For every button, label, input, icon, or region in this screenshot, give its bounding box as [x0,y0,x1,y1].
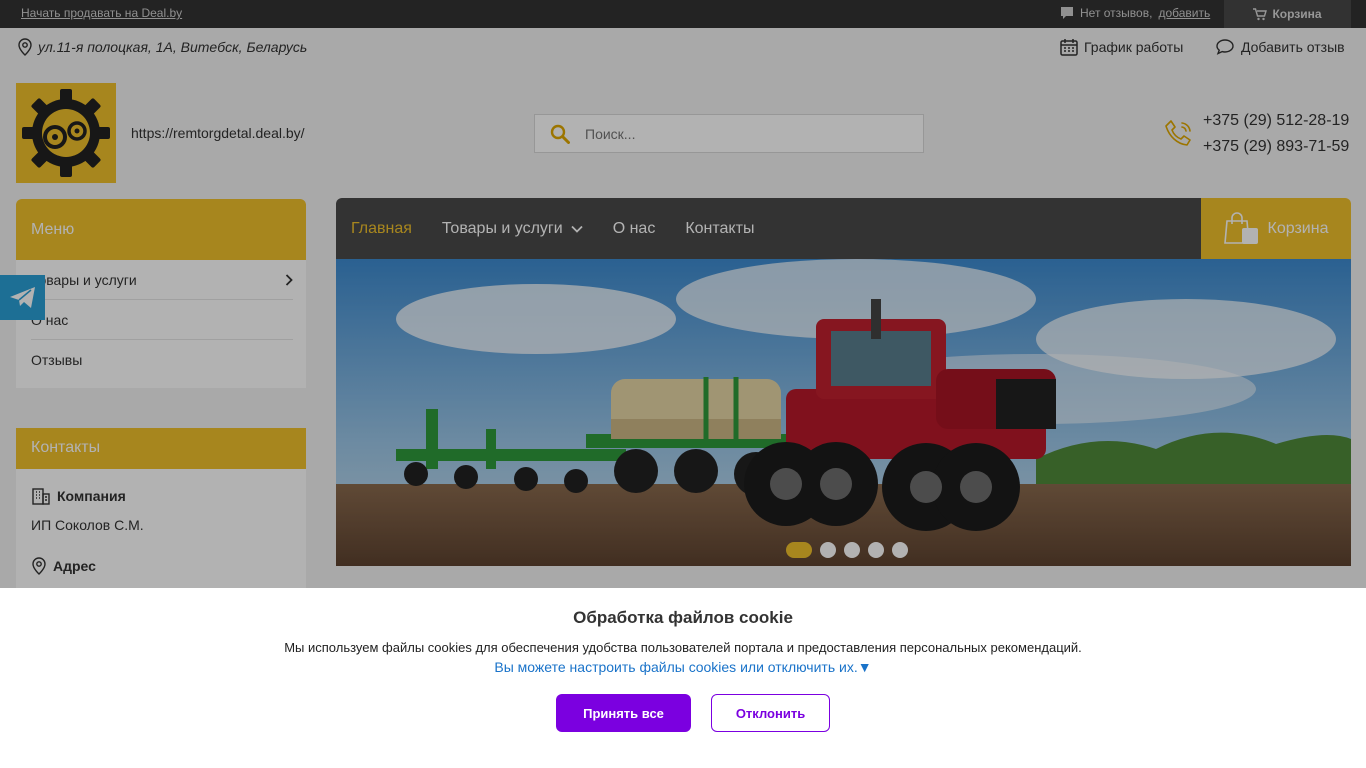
search-input[interactable] [585,125,905,142]
gear-logo-icon [22,89,110,177]
calendar-icon [1060,39,1078,56]
top-bar: Начать продавать на Deal.by Нет отзывов,… [0,0,1366,28]
nav-products-label: Товары и услуги [441,219,563,237]
slider-dot-5[interactable] [892,542,908,558]
company-logo[interactable] [16,83,116,183]
slider-dot-1[interactable] [786,542,812,558]
sidebar-item-about[interactable]: О нас [31,300,293,340]
cookie-consent-panel: Обработка файлов cookie Мы используем фа… [0,588,1366,768]
telegram-icon [9,286,35,308]
nav-contacts[interactable]: Контакты [685,220,754,238]
chat-bubble-icon [1216,39,1234,55]
cookie-settings-link[interactable]: Вы можете настроить файлы cookies или от… [0,659,1366,675]
search-icon[interactable] [535,124,585,144]
decline-button[interactable]: Отклонить [711,694,830,732]
contacts-panel: Компания ИП Соколов С.М. Адрес [16,469,306,588]
location-pin-icon [18,38,32,56]
location-pin-icon [32,557,46,575]
sidebar-item-products[interactable]: Товары и услуги [31,260,293,300]
reviews-info: Нет отзывов, добавить [1060,6,1210,20]
address-row: Адрес [31,557,291,575]
add-review-label: Добавить отзыв [1241,39,1345,55]
telegram-button[interactable] [0,275,45,320]
slider-dots [786,542,908,558]
address-text: ул.11-я полоцкая, 1А, Витебск, Беларусь [38,39,308,55]
chevron-down-icon [571,225,583,233]
building-icon [32,488,50,505]
add-review-button[interactable]: Добавить отзыв [1215,38,1345,56]
sidebar-item-reviews[interactable]: Отзывы [31,340,293,380]
main-navigation: Главная Товары и услуги О нас Контакты [336,198,1201,259]
nav-home[interactable]: Главная [351,220,412,238]
address-bar: ул.11-я полоцкая, 1А, Витебск, Беларусь [18,38,307,56]
company-label: Компания [57,488,126,504]
cookie-title: Обработка файлов cookie [573,608,793,627]
chevron-right-icon [285,273,293,286]
cart-icon [1253,7,1268,20]
contacts-header: Контакты [16,428,306,469]
sidebar-item-label: Отзывы [31,352,83,368]
nav-about[interactable]: О нас [613,220,656,238]
sidebar-menu-header: Меню [16,199,306,260]
phones-block: +375 (29) 512-28-19 +375 (29) 893-71-59 [1163,108,1349,160]
slider-dot-2[interactable] [820,542,836,558]
reviews-text: Нет отзывов, [1080,6,1153,20]
company-name: ИП Соколов С.М. [31,517,144,533]
page-content: ул.11-я полоцкая, 1А, Витебск, Беларусь … [0,28,1366,588]
schedule-link[interactable]: График работы [1060,38,1183,56]
nav-products[interactable]: Товары и услуги [442,220,583,238]
slider-dot-4[interactable] [868,542,884,558]
nav-cart-label: Корзина [1267,219,1329,237]
phone-number-2[interactable]: +375 (29) 893-71-59 [1203,134,1349,160]
company-row: Компания [31,487,291,505]
phone-number-1[interactable]: +375 (29) 512-28-19 [1203,108,1349,134]
nav-cart-button[interactable]: Корзина [1201,198,1351,259]
top-cart-label: Корзина [1272,7,1322,21]
search-box[interactable] [534,114,924,153]
tractor-banner-image [336,259,1351,566]
site-url[interactable]: https://remtorgdetal.deal.by/ [131,125,305,141]
phone-icon [1165,120,1191,146]
add-review-link[interactable]: добавить [1158,6,1210,20]
accept-all-button[interactable]: Принять все [556,694,691,732]
slider-dot-3[interactable] [844,542,860,558]
schedule-label: График работы [1084,39,1184,55]
start-selling-link[interactable]: Начать продавать на Deal.by [21,6,182,20]
address-label: Адрес [53,558,96,574]
sidebar-menu: Товары и услуги О нас Отзывы [16,260,306,388]
cookie-description: Мы используем файлы cookies для обеспече… [284,640,1082,655]
hero-banner[interactable] [336,259,1351,566]
sidebar-item-label: Товары и услуги [31,271,137,288]
shopping-bag-icon [1223,211,1258,244]
top-cart-button[interactable]: Корзина [1224,0,1351,28]
comment-icon [1061,7,1073,19]
